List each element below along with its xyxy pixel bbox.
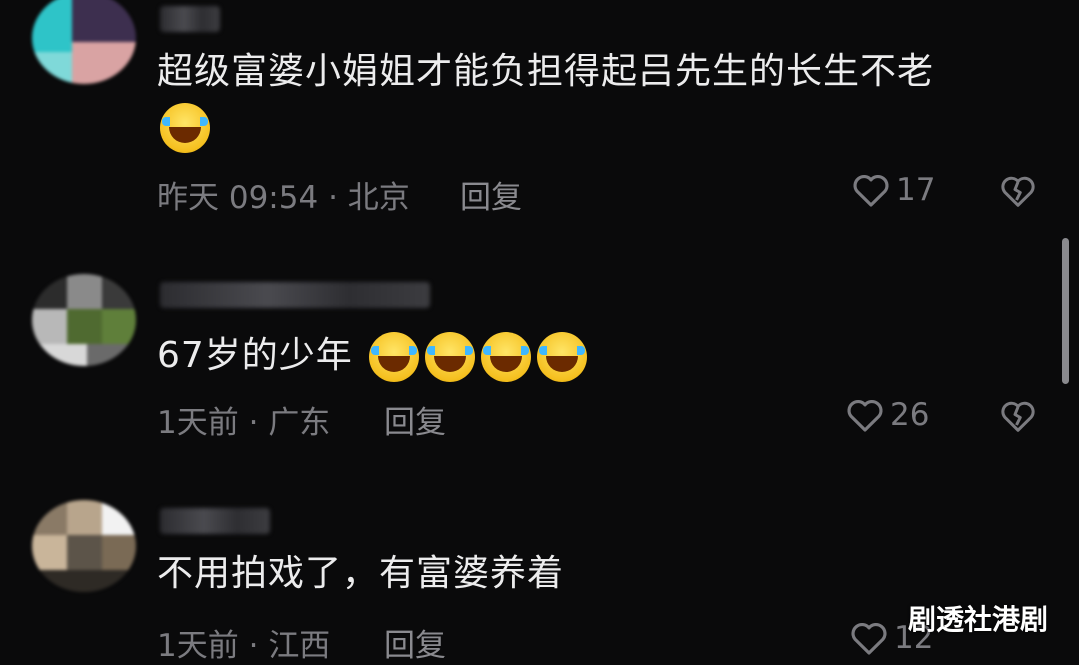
comment-meta: 1天前 · 江西 bbox=[157, 620, 330, 665]
dislike-button[interactable] bbox=[1000, 174, 1036, 208]
comment-location: 江西 bbox=[268, 628, 331, 664]
reply-button[interactable]: 回复 bbox=[460, 172, 522, 217]
avatar[interactable] bbox=[32, 274, 136, 366]
avatar[interactable] bbox=[32, 0, 136, 84]
comment-meta: 昨天 09:54 · 北京 bbox=[157, 172, 410, 217]
dislike-button[interactable] bbox=[1000, 399, 1036, 433]
avatar[interactable] bbox=[32, 500, 136, 592]
comment-text-body: 不用拍戏了，有富婆养着 bbox=[157, 553, 565, 594]
scrollbar[interactable] bbox=[1062, 238, 1069, 384]
comment-text: 不用拍戏了，有富婆养着 bbox=[157, 552, 564, 596]
rofl-emoji-icon bbox=[369, 332, 420, 382]
comment-time: 1天前 bbox=[157, 405, 239, 441]
rofl-emoji-icon bbox=[537, 332, 588, 382]
comment-meta: 1天前 · 广东 bbox=[157, 397, 330, 442]
comment-location: 广东 bbox=[268, 405, 331, 441]
comment-time: 1天前 bbox=[157, 628, 239, 664]
username-redacted[interactable] bbox=[160, 508, 270, 534]
rofl-emoji-icon bbox=[425, 332, 476, 382]
like-button[interactable]: 17 bbox=[852, 172, 935, 208]
broken-heart-icon bbox=[1001, 401, 1035, 432]
username-redacted[interactable] bbox=[160, 282, 430, 308]
reply-button[interactable]: 回复 bbox=[384, 620, 446, 665]
crying-laughing-emoji-icon bbox=[160, 103, 210, 153]
heart-outline-icon bbox=[853, 175, 889, 207]
comment-location: 北京 bbox=[347, 180, 410, 216]
emoji-row bbox=[160, 103, 216, 153]
broken-heart-icon bbox=[1001, 176, 1035, 207]
comment-text-body: 67岁的少年 bbox=[157, 335, 353, 376]
heart-outline-icon bbox=[847, 400, 883, 432]
meta-separator: · bbox=[328, 180, 338, 216]
reply-button[interactable]: 回复 bbox=[384, 397, 446, 442]
like-button[interactable]: 26 bbox=[846, 397, 929, 433]
comment-time: 昨天 09:54 bbox=[157, 180, 319, 216]
watermark-text: 剧透社港剧 bbox=[908, 603, 1049, 636]
meta-separator: · bbox=[248, 628, 259, 664]
comment-text: 超级富婆小娟姐才能负担得起吕先生的长生不老 bbox=[157, 50, 934, 94]
like-count: 26 bbox=[890, 397, 930, 433]
username-redacted[interactable] bbox=[160, 6, 220, 32]
meta-separator: · bbox=[248, 405, 259, 441]
comment-text-body: 超级富婆小娟姐才能负担得起吕先生的长生不老 bbox=[157, 51, 935, 92]
like-count: 17 bbox=[896, 172, 936, 208]
heart-outline-icon bbox=[851, 623, 887, 655]
rofl-emoji-icon bbox=[481, 332, 532, 382]
comment-text: 67岁的少年 bbox=[157, 332, 593, 382]
